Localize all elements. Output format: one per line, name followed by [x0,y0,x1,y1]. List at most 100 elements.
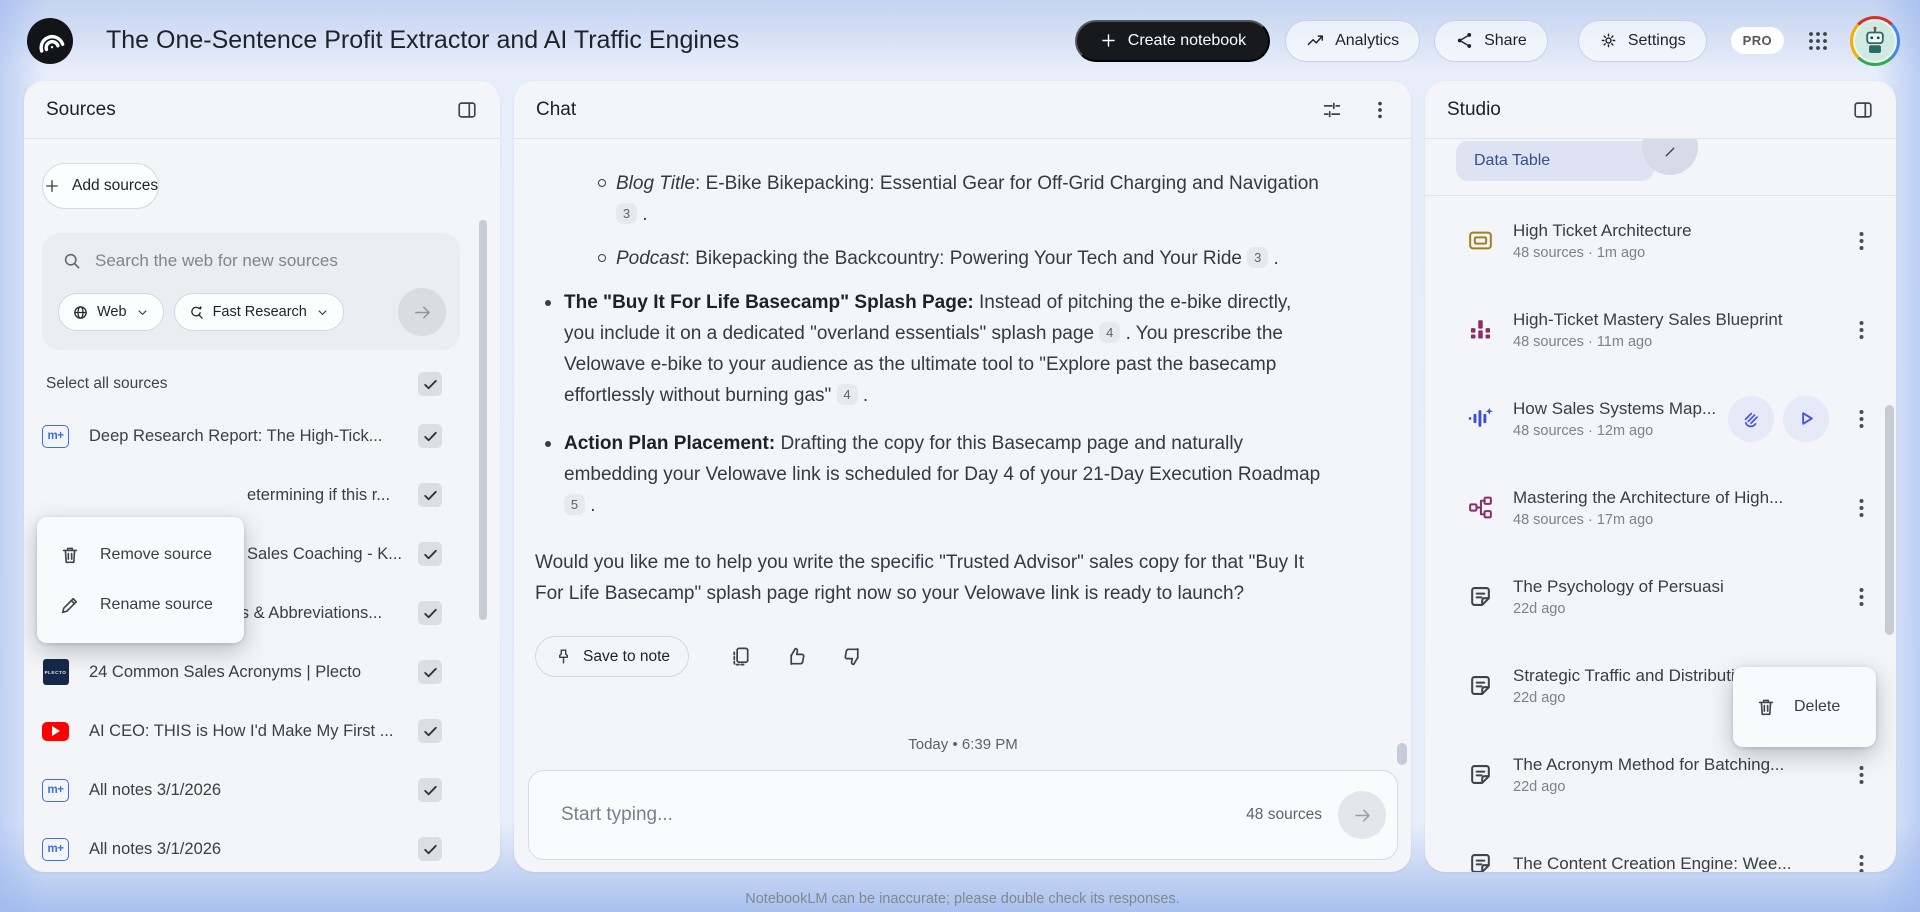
item-menu-button[interactable] [1857,763,1866,787]
bullet-marker-icon [598,179,606,187]
remove-source-menu-item[interactable]: Remove source [37,530,244,580]
studio-item-title: Mastering the Architecture of High... [1513,487,1784,507]
studio-panel: Studio Data Table High Ticket Architectu… [1425,81,1896,872]
studio-item-text: Mastering the Architecture of High... 48 … [1513,488,1783,528]
studio-item-meta: 48 sources · 1m ago [1513,244,1646,261]
copy-icon[interactable] [729,645,752,668]
bar-chart-icon [1467,316,1494,343]
chat-sub-bullet: Blog Title: E-Bike Bikepacking: Essentia… [598,168,1325,230]
item-menu-button[interactable] [1857,229,1866,253]
citation-chip[interactable]: 5 [564,494,585,515]
source-checkbox[interactable] [418,837,442,861]
citation-chip[interactable]: 3 [1247,247,1269,268]
source-checkbox[interactable] [418,424,442,448]
studio-item-title: The Psychology of Persuasi [1513,576,1724,596]
source-checkbox[interactable] [418,542,442,566]
studio-scrollbar[interactable] [1885,405,1894,635]
delete-menu-item[interactable]: Delete [1733,667,1876,747]
source-row[interactable]: m+ All notes 3/1/2026 [42,827,460,871]
interactive-mode-button[interactable] [1728,395,1775,442]
chat-input[interactable] [561,804,1235,826]
plus-icon [43,177,61,195]
check-icon [422,376,439,393]
notebook-source-icon: m+ [42,837,69,861]
studio-row[interactable]: High-Ticket Mastery Sales Blueprint 48 so… [1467,285,1896,374]
notebook-source-icon: m+ [42,424,69,448]
source-checkbox[interactable] [418,660,442,684]
item-menu-button[interactable] [1857,852,1866,872]
arrow-right-icon [1352,805,1373,826]
more-options-icon[interactable] [1371,99,1389,121]
plus-icon [1099,31,1118,50]
collapse-panel-icon[interactable] [456,99,478,121]
send-message-button[interactable] [1338,791,1386,839]
source-icon-box: m+ [42,778,69,802]
source-row[interactable]: m+ Deep Research Report: The High-Tick... [42,414,460,458]
citation-chip[interactable]: 4 [1099,322,1121,343]
studio-row[interactable]: The Psychology of Persuasi 22d ago [1467,552,1896,641]
check-icon [422,841,439,858]
select-all-checkbox[interactable] [418,372,442,396]
source-row[interactable]: AI CEO: THIS is How I'd Make My First ..… [42,709,460,753]
data-table-chip[interactable]: Data Table [1456,139,1698,181]
studio-row[interactable]: The Content Creation Engine: Wee... [1467,819,1896,872]
sources-scrollbar[interactable] [479,220,487,620]
citation-chip[interactable]: 3 [616,203,637,224]
settings-button[interactable]: Settings [1577,19,1707,62]
user-avatar[interactable] [1850,15,1900,66]
studio-row[interactable]: How Sales Systems Map... 48 sources · 12m… [1467,374,1896,463]
item-menu-button[interactable] [1857,318,1866,342]
edit-tool-button[interactable] [1642,139,1698,175]
source-checkbox[interactable] [418,778,442,802]
source-search-input[interactable] [95,251,446,271]
audio-waveform-icon [1467,405,1494,432]
item-menu-button[interactable] [1857,585,1866,609]
source-row[interactable]: PLECTO 24 Common Sales Acronyms | Plecto [42,650,460,694]
research-mode-dropdown[interactable]: Fast Research [173,293,344,331]
play-button[interactable] [1783,395,1830,442]
thumbs-down-icon[interactable] [841,645,864,668]
citation-chip[interactable]: 4 [836,384,858,405]
create-notebook-button[interactable]: Create notebook [1074,19,1271,62]
source-icon-box: PLECTO [42,659,69,685]
source-row[interactable]: etermining if this r... [42,473,460,517]
apps-grid-button[interactable] [1798,21,1838,61]
item-menu-button[interactable] [1857,407,1866,431]
chat-text: Podcast: Bikepacking the Backcountry: Po… [616,247,1279,269]
studio-row[interactable]: High Ticket Architecture 48 sources · 1m … [1467,196,1896,285]
select-all-label: Select all sources [46,375,168,392]
add-sources-button[interactable]: Add sources [42,163,160,209]
thumbs-up-icon[interactable] [785,645,808,668]
rename-source-menu-item[interactable]: Rename source [37,580,244,630]
source-label: etermining if this r... [247,485,391,504]
trash-icon [1755,696,1777,718]
save-to-note-button[interactable]: Save to note [535,636,690,677]
chat-message-area: Blog Title: E-Bike Bikepacking: Essentia… [514,139,1411,736]
studio-row[interactable]: Mastering the Architecture of High... 48 … [1467,463,1896,552]
source-label: 24 Common Sales Acronyms | Plecto [89,662,362,681]
chat-panel-title: Chat [536,98,577,120]
web-filter-dropdown[interactable]: Web [58,293,164,331]
analytics-button[interactable]: Analytics [1285,19,1421,62]
source-row[interactable]: m+ All notes 3/1/2026 [42,768,460,812]
pin-icon [554,647,573,666]
studio-item-text: The Content Creation Engine: Wee... [1513,854,1791,873]
bullet-marker-icon [545,300,551,306]
item-menu-button[interactable] [1857,496,1866,520]
search-submit-button[interactable] [398,288,446,336]
chat-scrollbar[interactable] [1397,743,1407,765]
pencil-icon [59,594,81,616]
tune-icon[interactable] [1321,99,1343,121]
note-icon [1467,850,1494,872]
check-icon [422,428,439,445]
collapse-panel-icon[interactable] [1852,99,1874,121]
share-button[interactable]: Share [1434,19,1548,62]
pro-badge: PRO [1730,27,1784,54]
source-checkbox[interactable] [418,483,442,507]
source-checkbox[interactable] [418,601,442,625]
studio-item-text: The Acronym Method for Batching... 22d ag… [1513,755,1784,795]
studio-item-text: Strategic Traffic and Distribution... 22d… [1513,666,1768,706]
source-checkbox[interactable] [418,719,442,743]
trash-icon [59,544,81,566]
notebooklm-logo-icon[interactable] [26,17,74,65]
